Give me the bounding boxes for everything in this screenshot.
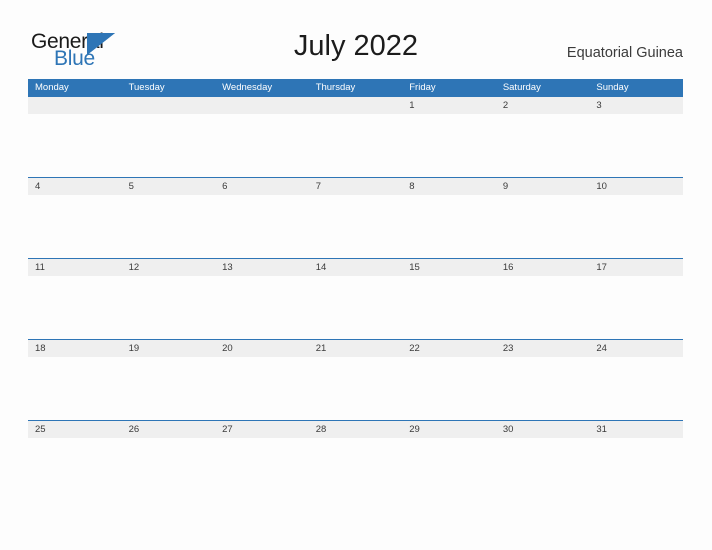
date-cell[interactable]: 24 xyxy=(589,340,683,357)
week-event-band xyxy=(28,195,683,258)
week-date-band: 4 5 6 7 8 9 10 xyxy=(28,177,683,195)
date-cell[interactable]: 2 xyxy=(496,97,590,114)
week-event-band xyxy=(28,357,683,420)
event-cell[interactable] xyxy=(402,114,496,177)
weekday-header-thursday: Thursday xyxy=(315,82,356,93)
date-cell[interactable]: 28 xyxy=(309,421,403,438)
date-cell[interactable]: 21 xyxy=(309,340,403,357)
event-cell[interactable] xyxy=(122,438,216,501)
date-cell[interactable]: 23 xyxy=(496,340,590,357)
event-cell[interactable] xyxy=(496,195,590,258)
date-cell[interactable]: 27 xyxy=(215,421,309,438)
date-cell[interactable]: 9 xyxy=(496,178,590,195)
weekday-header-tuesday: Tuesday xyxy=(128,82,165,93)
date-cell[interactable]: 20 xyxy=(215,340,309,357)
week-date-band: 18 19 20 21 22 23 24 xyxy=(28,339,683,357)
date-cell[interactable]: 22 xyxy=(402,340,496,357)
date-cell[interactable]: 31 xyxy=(589,421,683,438)
event-cell[interactable] xyxy=(122,114,216,177)
date-cell[interactable]: 10 xyxy=(589,178,683,195)
week-row: 25 26 27 28 29 30 31 xyxy=(28,420,683,501)
event-cell[interactable] xyxy=(589,438,683,501)
date-cell[interactable]: 11 xyxy=(28,259,122,276)
event-cell[interactable] xyxy=(589,114,683,177)
week-date-band: 11 12 13 14 15 16 17 xyxy=(28,258,683,276)
date-cell[interactable]: 14 xyxy=(309,259,403,276)
event-cell[interactable] xyxy=(309,438,403,501)
event-cell[interactable] xyxy=(496,276,590,339)
week-event-band xyxy=(28,114,683,177)
date-cell[interactable]: 1 xyxy=(402,97,496,114)
weekday-header-sunday: Sunday xyxy=(596,82,629,93)
country-label: Equatorial Guinea xyxy=(566,45,683,61)
date-cell[interactable]: 15 xyxy=(402,259,496,276)
calendar-page: General Blue July 2022 Equatorial Guinea… xyxy=(0,0,712,550)
date-cell[interactable]: 19 xyxy=(122,340,216,357)
event-cell[interactable] xyxy=(215,357,309,420)
date-cell[interactable]: 17 xyxy=(589,259,683,276)
date-cell[interactable] xyxy=(28,97,122,114)
week-row: 1 2 3 xyxy=(28,97,683,177)
event-cell[interactable] xyxy=(589,276,683,339)
date-cell[interactable]: 29 xyxy=(402,421,496,438)
event-cell[interactable] xyxy=(28,357,122,420)
event-cell[interactable] xyxy=(402,357,496,420)
event-cell[interactable] xyxy=(402,276,496,339)
weekday-header-friday: Friday xyxy=(409,82,436,93)
event-cell[interactable] xyxy=(309,357,403,420)
event-cell[interactable] xyxy=(215,438,309,501)
date-cell[interactable] xyxy=(215,97,309,114)
week-event-band xyxy=(28,438,683,501)
event-cell[interactable] xyxy=(496,114,590,177)
date-cell[interactable]: 26 xyxy=(122,421,216,438)
date-cell[interactable]: 8 xyxy=(402,178,496,195)
event-cell[interactable] xyxy=(28,276,122,339)
event-cell[interactable] xyxy=(589,195,683,258)
page-header: General Blue July 2022 Equatorial Guinea xyxy=(0,0,712,76)
date-cell[interactable]: 12 xyxy=(122,259,216,276)
week-row: 18 19 20 21 22 23 24 xyxy=(28,339,683,420)
event-cell[interactable] xyxy=(28,438,122,501)
week-row: 11 12 13 14 15 16 17 xyxy=(28,258,683,339)
event-cell[interactable] xyxy=(215,276,309,339)
event-cell[interactable] xyxy=(122,357,216,420)
event-cell[interactable] xyxy=(309,114,403,177)
event-cell[interactable] xyxy=(402,438,496,501)
calendar-grid: Monday Tuesday Wednesday Thursday Friday… xyxy=(28,79,683,501)
event-cell[interactable] xyxy=(402,195,496,258)
date-cell[interactable]: 3 xyxy=(589,97,683,114)
date-cell[interactable]: 16 xyxy=(496,259,590,276)
date-cell[interactable]: 18 xyxy=(28,340,122,357)
event-cell[interactable] xyxy=(589,357,683,420)
date-cell[interactable] xyxy=(309,97,403,114)
weekday-header-monday: Monday xyxy=(35,82,69,93)
date-cell[interactable]: 5 xyxy=(122,178,216,195)
date-cell[interactable]: 4 xyxy=(28,178,122,195)
date-cell[interactable]: 7 xyxy=(309,178,403,195)
event-cell[interactable] xyxy=(309,276,403,339)
date-cell[interactable]: 25 xyxy=(28,421,122,438)
event-cell[interactable] xyxy=(28,195,122,258)
date-cell[interactable]: 30 xyxy=(496,421,590,438)
weekday-header-wednesday: Wednesday xyxy=(222,82,273,93)
event-cell[interactable] xyxy=(496,438,590,501)
week-event-band xyxy=(28,276,683,339)
week-date-band: 25 26 27 28 29 30 31 xyxy=(28,420,683,438)
week-date-band: 1 2 3 xyxy=(28,97,683,114)
date-cell[interactable]: 13 xyxy=(215,259,309,276)
event-cell[interactable] xyxy=(309,195,403,258)
weekday-header-saturday: Saturday xyxy=(502,82,541,93)
event-cell[interactable] xyxy=(28,114,122,177)
date-cell[interactable] xyxy=(122,97,216,114)
event-cell[interactable] xyxy=(122,195,216,258)
weekday-header-row: Monday Tuesday Wednesday Thursday Friday… xyxy=(28,79,683,97)
event-cell[interactable] xyxy=(122,276,216,339)
date-cell[interactable]: 6 xyxy=(215,178,309,195)
event-cell[interactable] xyxy=(215,195,309,258)
event-cell[interactable] xyxy=(496,357,590,420)
event-cell[interactable] xyxy=(215,114,309,177)
week-row: 4 5 6 7 8 9 10 xyxy=(28,177,683,258)
